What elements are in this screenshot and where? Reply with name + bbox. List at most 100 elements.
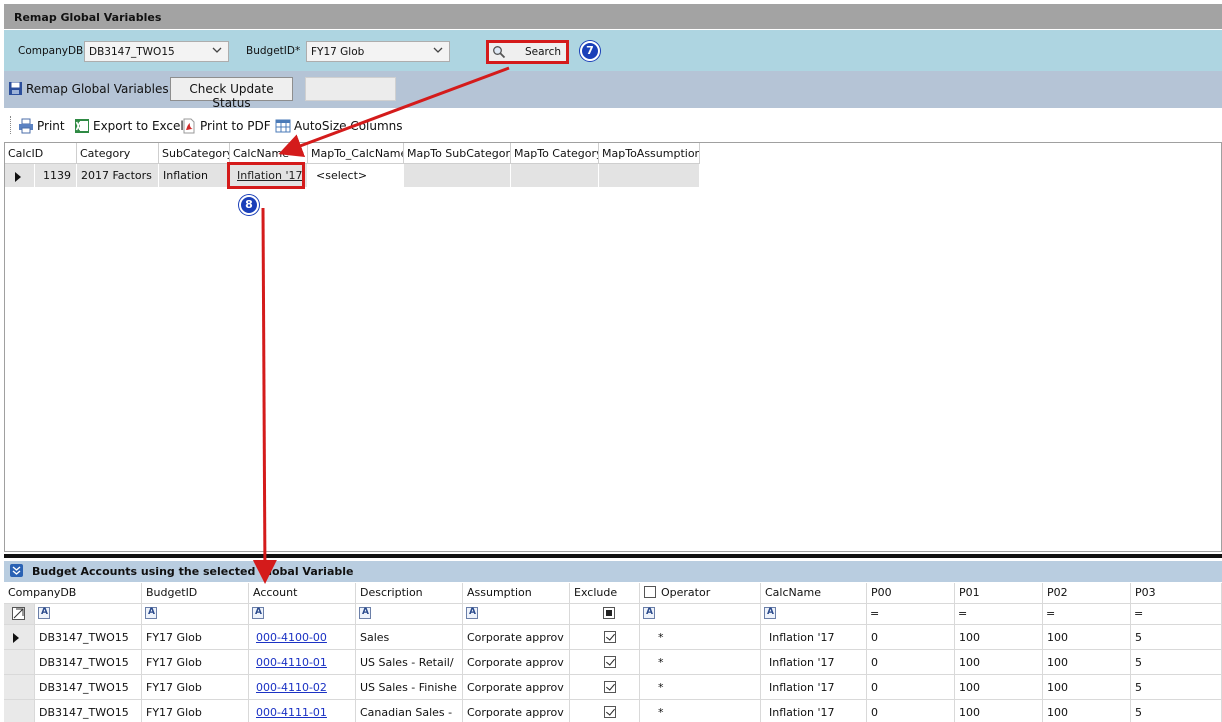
exclude-checkbox[interactable]: [604, 656, 616, 668]
filter-p02[interactable]: =: [1043, 604, 1131, 625]
exclude-checkbox[interactable]: [604, 631, 616, 643]
cell-subcategory[interactable]: Inflation: [159, 164, 230, 187]
checkbox-filter-icon[interactable]: [603, 607, 615, 619]
column-header-exclude[interactable]: Exclude: [570, 583, 640, 604]
filter-exclude[interactable]: [570, 604, 640, 625]
cell-calcname[interactable]: Inflation '17: [761, 675, 867, 700]
cell-budgetid[interactable]: FY17 Glob: [142, 675, 249, 700]
column-header-budgetid[interactable]: BudgetID: [142, 583, 249, 604]
filter-clear-cell[interactable]: [4, 604, 35, 625]
cell-p03[interactable]: 5: [1131, 650, 1222, 675]
text-filter-icon[interactable]: [466, 607, 478, 619]
column-header-assumption[interactable]: Assumption: [463, 583, 570, 604]
filter-p00[interactable]: =: [867, 604, 955, 625]
cell-description[interactable]: US Sales - Finishe: [356, 675, 463, 700]
cell-account[interactable]: 000-4110-01: [249, 650, 356, 675]
panel-splitter[interactable]: [4, 554, 1222, 558]
cell-exclude[interactable]: [570, 625, 640, 650]
cell-p01[interactable]: 100: [955, 650, 1043, 675]
cell-companydb[interactable]: DB3147_TWO15: [35, 700, 142, 722]
column-header-account[interactable]: Account: [249, 583, 356, 604]
cell-p02[interactable]: 100: [1043, 625, 1131, 650]
cell-p00[interactable]: 0: [867, 675, 955, 700]
budget-select[interactable]: FY17 Glob: [306, 41, 450, 62]
column-header-p02[interactable]: P02: [1043, 583, 1131, 604]
column-header-mapto-calcname[interactable]: MapTo_CalcName: [308, 143, 404, 164]
cell-assumption[interactable]: Corporate approv: [463, 675, 570, 700]
row-indicator[interactable]: [4, 700, 35, 722]
cell-calcid[interactable]: 1139: [35, 164, 77, 187]
cell-p03[interactable]: 5: [1131, 675, 1222, 700]
cell-p03[interactable]: 5: [1131, 700, 1222, 722]
cell-description[interactable]: Sales: [356, 625, 463, 650]
text-filter-icon[interactable]: [764, 607, 776, 619]
cell-budgetid[interactable]: FY17 Glob: [142, 700, 249, 722]
print-pdf-button[interactable]: Print to PDF: [181, 118, 271, 134]
cell-p02[interactable]: 100: [1043, 700, 1131, 722]
cell-operator[interactable]: *: [640, 650, 761, 675]
filter-companydb[interactable]: [35, 604, 142, 625]
cell-assumption[interactable]: Corporate approv: [463, 700, 570, 722]
cell-assumption[interactable]: Corporate approv: [463, 625, 570, 650]
table-row[interactable]: DB3147_TWO15 FY17 Glob 000-4110-02 US Sa…: [4, 675, 1222, 700]
row-indicator[interactable]: [4, 675, 35, 700]
column-header-description[interactable]: Description: [356, 583, 463, 604]
text-filter-icon[interactable]: [145, 607, 157, 619]
filter-p01[interactable]: =: [955, 604, 1043, 625]
cell-assumption[interactable]: Corporate approv: [463, 650, 570, 675]
account-link[interactable]: 000-4111-01: [256, 706, 327, 719]
cell-description[interactable]: Canadian Sales -: [356, 700, 463, 722]
cell-p02[interactable]: 100: [1043, 650, 1131, 675]
filter-budgetid[interactable]: [142, 604, 249, 625]
remap-button[interactable]: Remap Global Variables: [8, 81, 169, 96]
account-link[interactable]: 000-4110-02: [256, 681, 327, 694]
export-excel-button[interactable]: Export to Excel: [74, 118, 184, 134]
cell-exclude[interactable]: [570, 675, 640, 700]
cell-account[interactable]: 000-4111-01: [249, 700, 356, 722]
filter-description[interactable]: [356, 604, 463, 625]
clear-filter-icon[interactable]: [12, 607, 25, 620]
cell-operator[interactable]: *: [640, 625, 761, 650]
cell-p00[interactable]: 0: [867, 650, 955, 675]
cell-p03[interactable]: 5: [1131, 625, 1222, 650]
cell-mapto-subcategory[interactable]: [404, 164, 511, 187]
table-row[interactable]: DB3147_TWO15 FY17 Glob 000-4110-01 US Sa…: [4, 650, 1222, 675]
cell-budgetid[interactable]: FY17 Glob: [142, 625, 249, 650]
collapse-icon[interactable]: [10, 564, 23, 577]
column-header-operator[interactable]: Operator: [640, 583, 761, 604]
column-header-mapto-category[interactable]: MapTo Category: [511, 143, 599, 164]
cell-p01[interactable]: 100: [955, 700, 1043, 722]
filter-p03[interactable]: =: [1131, 604, 1222, 625]
text-filter-icon[interactable]: [38, 607, 50, 619]
filter-assumption[interactable]: [463, 604, 570, 625]
cell-operator[interactable]: *: [640, 675, 761, 700]
column-header-subcategory[interactable]: SubCategory: [159, 143, 230, 164]
print-button[interactable]: Print: [18, 118, 65, 134]
column-header-calcid[interactable]: CalcID: [5, 143, 77, 164]
cell-p01[interactable]: 100: [955, 625, 1043, 650]
cell-companydb[interactable]: DB3147_TWO15: [35, 675, 142, 700]
cell-exclude[interactable]: [570, 700, 640, 722]
cell-budgetid[interactable]: FY17 Glob: [142, 650, 249, 675]
row-indicator[interactable]: [4, 625, 35, 650]
account-link[interactable]: 000-4110-01: [256, 656, 327, 669]
cell-exclude[interactable]: [570, 650, 640, 675]
cell-operator[interactable]: *: [640, 700, 761, 722]
column-header-mapto-subcategory[interactable]: MapTo SubCategory: [404, 143, 511, 164]
cell-p02[interactable]: 100: [1043, 675, 1131, 700]
text-filter-icon[interactable]: [359, 607, 371, 619]
text-filter-icon[interactable]: [643, 607, 655, 619]
cell-account[interactable]: 000-4110-02: [249, 675, 356, 700]
cell-account[interactable]: 000-4100-00: [249, 625, 356, 650]
check-update-status-button[interactable]: Check Update Status: [170, 77, 293, 110]
cell-mapto-category[interactable]: [511, 164, 599, 187]
filter-calcname[interactable]: [761, 604, 867, 625]
autosize-columns-button[interactable]: AutoSize Columns: [275, 118, 403, 134]
exclude-checkbox[interactable]: [604, 706, 616, 718]
table-row[interactable]: 1139 2017 Factors Inflation Inflation '1…: [5, 164, 700, 187]
cell-companydb[interactable]: DB3147_TWO15: [35, 650, 142, 675]
company-select[interactable]: DB3147_TWO15: [84, 41, 229, 62]
row-indicator[interactable]: [4, 650, 35, 675]
row-indicator[interactable]: [5, 164, 35, 187]
cell-companydb[interactable]: DB3147_TWO15: [35, 625, 142, 650]
